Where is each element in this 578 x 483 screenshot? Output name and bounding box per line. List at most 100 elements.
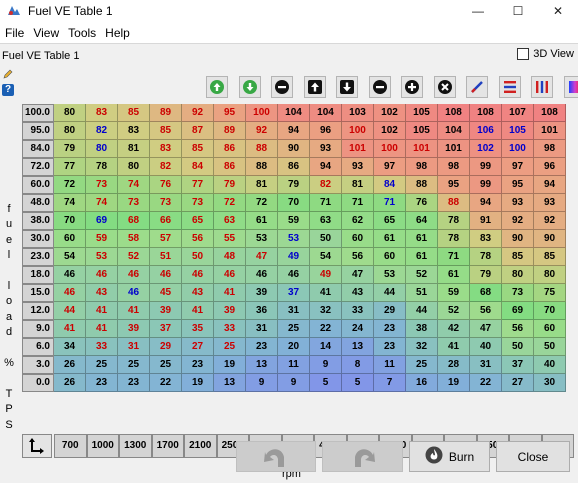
table-cell[interactable]: 31 xyxy=(470,356,502,374)
table-cell[interactable]: 24 xyxy=(342,320,374,338)
menu-file[interactable]: File xyxy=(0,26,28,40)
table-cell[interactable]: 29 xyxy=(374,302,406,320)
table-cell[interactable]: 95 xyxy=(214,104,246,122)
table-cell[interactable]: 58 xyxy=(118,230,150,248)
table-cell[interactable]: 107 xyxy=(502,104,534,122)
table-cell[interactable]: 32 xyxy=(310,302,342,320)
table-cell[interactable]: 81 xyxy=(246,176,278,194)
table-cell[interactable]: 41 xyxy=(86,320,118,338)
table-cell[interactable]: 61 xyxy=(374,230,406,248)
arrow-up-icon[interactable] xyxy=(303,76,326,98)
table-cell[interactable]: 63 xyxy=(214,212,246,230)
table-cell[interactable]: 40 xyxy=(534,356,566,374)
table-cell[interactable]: 57 xyxy=(150,230,182,248)
table-cell[interactable]: 46 xyxy=(118,284,150,302)
table-cell[interactable]: 102 xyxy=(374,122,406,140)
table-cell[interactable]: 50 xyxy=(310,230,342,248)
table-cell[interactable]: 29 xyxy=(150,338,182,356)
table-cell[interactable]: 51 xyxy=(150,248,182,266)
table-cell[interactable]: 102 xyxy=(470,140,502,158)
table-cell[interactable]: 25 xyxy=(150,356,182,374)
table-cell[interactable]: 70 xyxy=(278,194,310,212)
table-cell[interactable]: 37 xyxy=(150,320,182,338)
column-header[interactable]: 1300 xyxy=(119,434,152,458)
table-cell[interactable]: 53 xyxy=(374,266,406,284)
table-cell[interactable]: 73 xyxy=(502,284,534,302)
view3d-toggle[interactable]: 3D View xyxy=(517,48,574,60)
table-cell[interactable]: 59 xyxy=(278,212,310,230)
table-cell[interactable]: 46 xyxy=(54,284,86,302)
table-cell[interactable]: 27 xyxy=(502,374,534,392)
table-cell[interactable]: 23 xyxy=(86,374,118,392)
table-cell[interactable]: 96 xyxy=(534,158,566,176)
table-cell[interactable]: 31 xyxy=(246,320,278,338)
table-cell[interactable]: 68 xyxy=(118,212,150,230)
table-cell[interactable]: 26 xyxy=(54,356,86,374)
table-cell[interactable]: 76 xyxy=(150,176,182,194)
table-cell[interactable]: 46 xyxy=(150,266,182,284)
table-cell[interactable]: 61 xyxy=(438,266,470,284)
burn-button[interactable]: Burn xyxy=(409,441,490,472)
table-cell[interactable]: 100 xyxy=(374,140,406,158)
table-cell[interactable]: 46 xyxy=(214,266,246,284)
table-cell[interactable]: 9 xyxy=(310,356,342,374)
table-cell[interactable]: 80 xyxy=(502,266,534,284)
table-cell[interactable]: 92 xyxy=(182,104,214,122)
row-header[interactable]: 60.0 xyxy=(22,176,54,194)
table-cell[interactable]: 61 xyxy=(406,248,438,266)
table-cell[interactable]: 45 xyxy=(150,284,182,302)
table-cell[interactable]: 13 xyxy=(214,374,246,392)
table-cell[interactable]: 88 xyxy=(246,140,278,158)
table-cell[interactable]: 56 xyxy=(342,248,374,266)
table-cell[interactable]: 61 xyxy=(246,212,278,230)
row-header[interactable]: 0.0 xyxy=(22,374,54,392)
table-cell[interactable]: 74 xyxy=(54,194,86,212)
table-cell[interactable]: 16 xyxy=(406,374,438,392)
table-cell[interactable]: 81 xyxy=(118,140,150,158)
table-cell[interactable]: 27 xyxy=(182,338,214,356)
table-cell[interactable]: 25 xyxy=(86,356,118,374)
table-cell[interactable]: 82 xyxy=(150,158,182,176)
table-cell[interactable]: 38 xyxy=(406,320,438,338)
table-cell[interactable]: 46 xyxy=(118,266,150,284)
row-header[interactable]: 18.0 xyxy=(22,266,54,284)
table-cell[interactable]: 105 xyxy=(406,104,438,122)
row-header[interactable]: 72.0 xyxy=(22,158,54,176)
table-cell[interactable]: 90 xyxy=(278,140,310,158)
table-cell[interactable]: 52 xyxy=(406,266,438,284)
table-cell[interactable]: 75 xyxy=(534,284,566,302)
edit-pencil-icon[interactable] xyxy=(2,68,14,80)
table-cell[interactable]: 37 xyxy=(278,284,310,302)
table-cell[interactable]: 85 xyxy=(534,248,566,266)
table-cell[interactable]: 31 xyxy=(278,302,310,320)
table-cell[interactable]: 62 xyxy=(342,212,374,230)
table-cell[interactable]: 51 xyxy=(406,284,438,302)
table-cell[interactable]: 25 xyxy=(214,338,246,356)
horizontal-lines-icon[interactable] xyxy=(498,76,521,98)
table-cell[interactable]: 78 xyxy=(86,158,118,176)
table-cell[interactable]: 37 xyxy=(502,356,534,374)
table-cell[interactable]: 92 xyxy=(534,212,566,230)
table-cell[interactable]: 40 xyxy=(470,338,502,356)
table-cell[interactable]: 86 xyxy=(278,158,310,176)
table-cell[interactable]: 13 xyxy=(246,356,278,374)
undo-button[interactable] xyxy=(236,441,316,472)
table-cell[interactable]: 90 xyxy=(502,230,534,248)
color-gradient-icon[interactable] xyxy=(563,76,578,98)
table-cell[interactable]: 47 xyxy=(246,248,278,266)
table-cell[interactable]: 88 xyxy=(246,158,278,176)
table-cell[interactable]: 70 xyxy=(54,212,86,230)
table-cell[interactable]: 106 xyxy=(470,122,502,140)
table-cell[interactable]: 56 xyxy=(502,320,534,338)
table-cell[interactable]: 33 xyxy=(214,320,246,338)
table-cell[interactable]: 97 xyxy=(502,158,534,176)
table-cell[interactable]: 41 xyxy=(310,284,342,302)
table-cell[interactable]: 44 xyxy=(54,302,86,320)
table-cell[interactable]: 7 xyxy=(374,374,406,392)
table-cell[interactable]: 79 xyxy=(278,176,310,194)
table-cell[interactable]: 46 xyxy=(246,266,278,284)
table-cell[interactable]: 73 xyxy=(118,194,150,212)
row-header[interactable]: 15.0 xyxy=(22,284,54,302)
help-icon[interactable]: ? xyxy=(2,84,14,96)
table-cell[interactable]: 63 xyxy=(310,212,342,230)
